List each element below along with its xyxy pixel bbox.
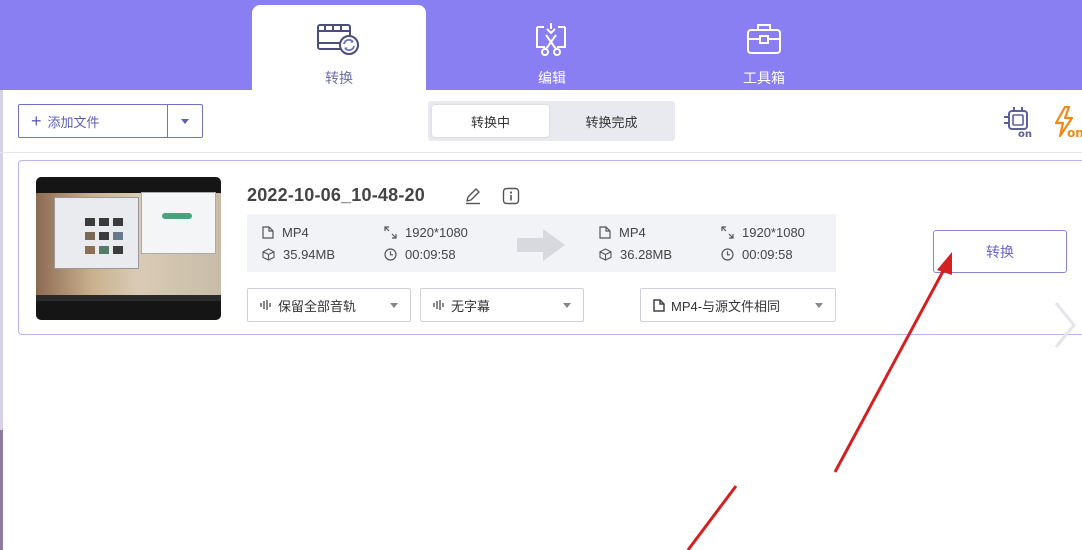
segment-converting[interactable]: 转换中 — [432, 105, 549, 137]
status-segmented-control: 转换中 转换完成 — [428, 101, 675, 141]
info-icon[interactable] — [502, 187, 520, 205]
tab-edit-label: 编辑 — [538, 70, 566, 86]
audio-track-value: 保留全部音轨 — [278, 298, 357, 314]
segment-completed[interactable]: 转换完成 — [553, 105, 670, 137]
chevron-right-icon[interactable] — [1048, 295, 1082, 355]
source-size: 35.94MB — [262, 247, 335, 262]
subtitle-value: 无字幕 — [451, 298, 491, 314]
tab-tools-label: 工具箱 — [743, 70, 785, 86]
high-speed-on-icon[interactable]: on — [1053, 105, 1082, 140]
chevron-down-icon — [390, 303, 398, 308]
svg-text:on: on — [1067, 126, 1082, 138]
target-size: 36.28MB — [599, 247, 672, 262]
audio-track-select[interactable]: 保留全部音轨 — [247, 288, 411, 322]
source-duration: 00:09:58 — [384, 247, 456, 262]
subtitle-select[interactable]: 无字幕 — [420, 288, 584, 322]
annotation-arrow-line-2 — [686, 485, 738, 550]
target-duration-value: 00:09:58 — [742, 247, 793, 262]
target-size-value: 36.28MB — [620, 247, 673, 262]
output-format-value: MP4-与源文件相同 — [671, 298, 781, 314]
window-left-edge-shadow — [0, 430, 3, 550]
tab-tools[interactable]: 工具箱 — [677, 5, 851, 90]
resize-icon — [721, 226, 734, 239]
source-resolution-value: 1920*1080 — [405, 225, 468, 240]
tab-edit[interactable]: 编辑 — [465, 5, 639, 90]
source-size-value: 35.94MB — [283, 247, 336, 262]
file-name: 2022-10-06_10-48-20 — [247, 185, 425, 205]
file-icon — [262, 226, 274, 239]
resize-icon — [384, 226, 397, 239]
file-icon — [653, 298, 665, 312]
convert-button[interactable]: 转换 — [933, 230, 1067, 273]
target-format-value: MP4 — [619, 225, 646, 240]
target-format: MP4 — [599, 225, 646, 240]
chevron-down-icon — [181, 118, 189, 124]
clock-icon — [721, 248, 734, 261]
thumbnail-taskbar — [36, 295, 221, 301]
toolbar-divider — [0, 152, 1082, 153]
audio-wave-icon — [260, 300, 271, 310]
target-resolution: 1920*1080 — [721, 225, 805, 240]
source-format-value: MP4 — [282, 225, 309, 240]
cube-icon — [599, 248, 612, 261]
clock-icon — [384, 248, 397, 261]
target-duration: 00:09:58 — [721, 247, 793, 262]
edit-scissors-icon — [529, 19, 575, 59]
source-resolution: 1920*1080 — [384, 225, 468, 240]
toolbox-icon — [741, 19, 787, 59]
thumbnail-window — [54, 197, 139, 269]
audio-wave-icon — [433, 300, 444, 310]
target-resolution-value: 1920*1080 — [742, 225, 805, 240]
svg-text:on: on — [1018, 129, 1032, 138]
convert-film-icon — [316, 19, 362, 59]
chevron-down-icon — [563, 303, 571, 308]
rename-pencil-icon[interactable] — [464, 187, 482, 205]
tab-convert-label: 转换 — [325, 70, 353, 86]
media-info-panel: MP4 1920*1080 35.94MB 00:09:58 MP4 1920*… — [247, 214, 836, 272]
add-file-control: + 添加文件 — [18, 104, 203, 138]
file-icon — [599, 226, 611, 239]
chevron-down-icon — [815, 303, 823, 308]
plus-icon: + — [31, 111, 42, 131]
add-file-label: 添加文件 — [47, 114, 100, 130]
convert-arrow-icon — [517, 229, 565, 261]
source-duration-value: 00:09:58 — [405, 247, 456, 262]
cube-icon — [262, 248, 275, 261]
file-card: 2022-10-06_10-48-20 MP4 1920*1080 35.94M… — [18, 160, 1082, 335]
add-file-button[interactable]: + 添加文件 — [19, 105, 167, 137]
thumbnail-window-2 — [141, 192, 216, 254]
add-file-dropdown-button[interactable] — [167, 105, 202, 137]
video-thumbnail[interactable] — [36, 177, 221, 320]
tab-convert[interactable]: 转换 — [252, 5, 426, 90]
gpu-acceleration-on-icon[interactable]: on — [1003, 106, 1037, 140]
source-format: MP4 — [262, 225, 309, 240]
output-format-select[interactable]: MP4-与源文件相同 — [640, 288, 836, 322]
